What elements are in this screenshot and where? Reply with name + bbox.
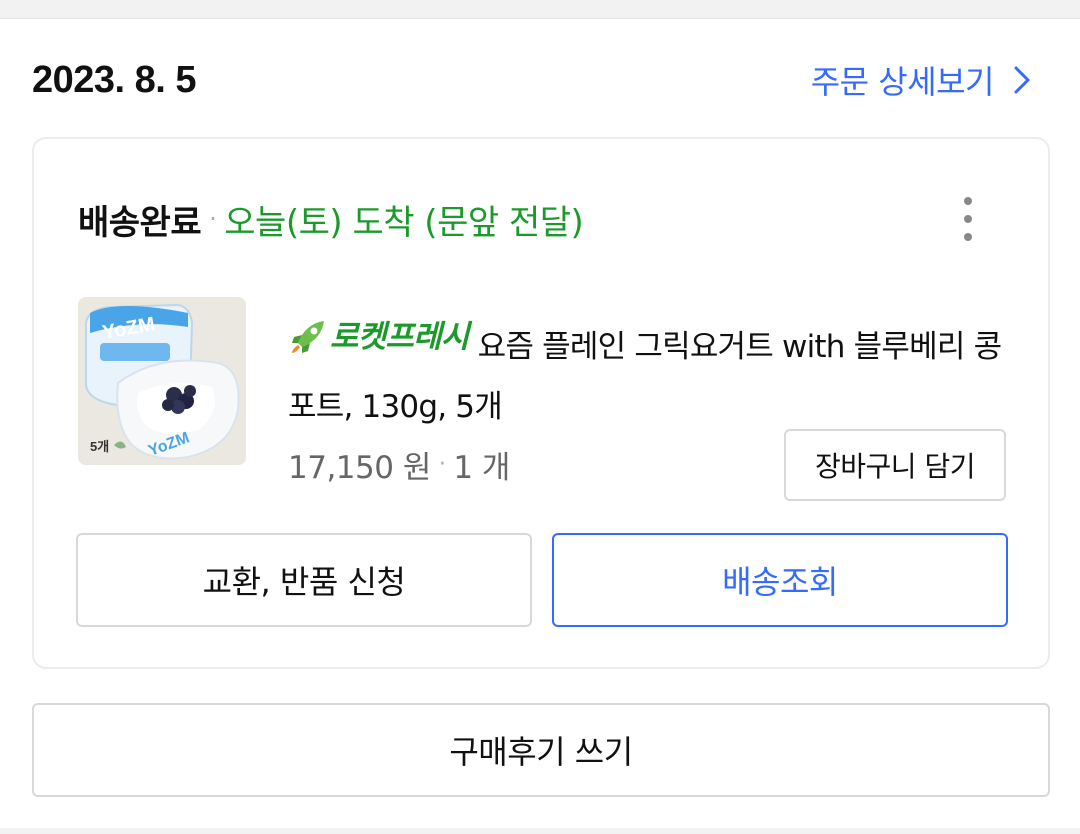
add-to-cart-button[interactable]: 장바구니 담기 <box>784 429 1006 501</box>
delivery-status: 배송완료 · 오늘(토) 도착 (문앞 전달) <box>78 195 584 243</box>
price-quantity: 17,150 원 · 1 개 <box>288 441 510 487</box>
product-thumbnail[interactable]: YoZM YoZM 5개 <box>78 297 246 465</box>
order-date: 2023. 8. 5 <box>32 59 197 101</box>
order-card: 배송완료 · 오늘(토) 도착 (문앞 전달) YoZM YoZM 5개 로켓프… <box>32 137 1050 669</box>
order-page: 2023. 8. 5 주문 상세보기 배송완료 · 오늘(토) 도착 (문앞 전… <box>0 18 1080 828</box>
status-separator: · <box>209 205 217 233</box>
delivery-status-label: 배송완료 <box>78 202 202 243</box>
product-title[interactable]: 로켓프레시 요즘 플레인 그릭요거트 with 블루베리 콩포트, 130g, … <box>288 307 1008 437</box>
delivery-arrival-text: 오늘(토) 도착 (문앞 전달) <box>224 202 584 243</box>
thumbnail-count-tag: 5개 <box>90 439 109 454</box>
product-quantity: 1 개 <box>453 449 510 486</box>
more-vertical-icon[interactable] <box>956 197 980 241</box>
chevron-right-icon <box>1014 66 1030 94</box>
track-delivery-button[interactable]: 배송조회 <box>552 533 1008 627</box>
write-review-button[interactable]: 구매후기 쓰기 <box>32 703 1050 797</box>
order-detail-label: 주문 상세보기 <box>810 63 995 101</box>
price-separator: · <box>438 451 446 477</box>
rocket-fresh-badge: 로켓프레시 <box>288 307 469 367</box>
exchange-return-button[interactable]: 교환, 반품 신청 <box>76 533 532 627</box>
product-price: 17,150 원 <box>288 449 431 486</box>
rocket-icon <box>292 321 324 353</box>
rocket-fresh-label: 로켓프레시 <box>330 319 469 355</box>
order-header: 2023. 8. 5 주문 상세보기 <box>0 19 1080 129</box>
order-detail-link[interactable]: 주문 상세보기 <box>811 57 1032 103</box>
product-image: YoZM YoZM 5개 <box>78 297 246 465</box>
